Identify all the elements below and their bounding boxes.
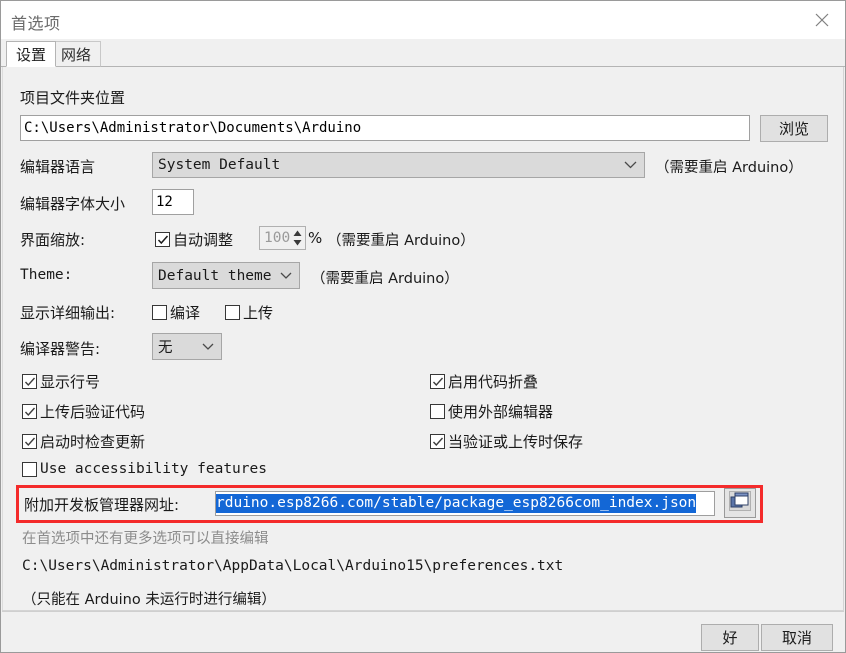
- checkbox-box: [430, 404, 445, 419]
- chevron-up-icon: [293, 230, 302, 236]
- editor-font-size-label: 编辑器字体大小: [20, 195, 126, 213]
- board-manager-urls-input[interactable]: rduino.esp8266.com/stable/package_esp826…: [215, 491, 715, 516]
- checkbox-box: [22, 404, 37, 419]
- use-external-editor-checkbox[interactable]: 使用外部编辑器: [430, 401, 553, 422]
- board-manager-urls-expand-button[interactable]: [724, 488, 756, 518]
- sketchbook-location-label: 项目文件夹位置: [20, 89, 126, 107]
- board-manager-urls-value: rduino.esp8266.com/stable/package_esp826…: [216, 494, 697, 513]
- editor-font-size-input[interactable]: 12: [152, 189, 194, 215]
- interface-scale-auto-checkbox[interactable]: 自动调整: [155, 229, 233, 250]
- editor-language-value: System Default: [158, 157, 281, 173]
- checkbox-label: 启动时检查更新: [40, 433, 146, 451]
- checkbox-box: [22, 461, 37, 477]
- windows-icon: [729, 490, 751, 516]
- verbose-upload-label: 上传: [243, 304, 274, 322]
- compiler-warnings-select[interactable]: 无: [152, 333, 222, 360]
- checkbox-label: 上传后验证代码: [40, 403, 146, 421]
- compiler-warnings-value: 无: [158, 340, 173, 356]
- check-icon: [24, 437, 35, 446]
- window-title: 首选项: [11, 14, 61, 33]
- checkbox-label: 使用外部编辑器: [448, 403, 554, 421]
- check-icon: [24, 377, 35, 386]
- check-icon: [24, 407, 35, 416]
- interface-scale-value: 100: [264, 230, 291, 246]
- editor-language-select[interactable]: System Default: [152, 152, 645, 178]
- chevron-down-icon: [293, 240, 302, 246]
- title-bar: 首选项: [1, 1, 845, 39]
- settings-panel: 项目文件夹位置 C:\Users\Administrator\Documents…: [2, 67, 844, 611]
- checkbox-box: [22, 434, 37, 449]
- preferences-dialog: 首选项 设置 网络 项目文件夹位置 C:\Users\Administrator…: [0, 0, 846, 653]
- theme-restart-note: （需要重启 Arduino）: [311, 271, 459, 287]
- spinner-arrows[interactable]: [292, 228, 303, 248]
- show-line-numbers-checkbox[interactable]: 显示行号: [22, 371, 100, 392]
- verify-code-after-upload-checkbox[interactable]: 上传后验证代码: [22, 401, 145, 422]
- interface-scale-restart-note: （需要重启 Arduino）: [327, 233, 475, 249]
- checkbox-label: 当验证或上传时保存: [448, 433, 584, 451]
- verbose-compile-label: 编译: [170, 304, 201, 322]
- tab-settings[interactable]: 设置: [6, 41, 57, 67]
- chevron-down-icon: [624, 157, 637, 173]
- checkbox-label: 显示行号: [40, 373, 101, 391]
- save-on-verify-or-upload-checkbox[interactable]: 当验证或上传时保存: [430, 431, 583, 452]
- use-accessibility-features-checkbox[interactable]: Use accessibility features: [22, 461, 267, 477]
- cancel-button[interactable]: 取消: [761, 624, 833, 651]
- check-icon: [432, 377, 443, 386]
- interface-scale-auto-label: 自动调整: [173, 231, 234, 249]
- checkbox-box: [152, 305, 167, 320]
- verbose-output-label: 显示详细输出:: [20, 304, 116, 322]
- sketchbook-path-input[interactable]: C:\Users\Administrator\Documents\Arduino: [20, 115, 750, 141]
- check-updates-on-startup-checkbox[interactable]: 启动时检查更新: [22, 431, 145, 452]
- interface-scale-percent-symbol: %: [308, 229, 323, 247]
- interface-scale-spinner[interactable]: 100: [259, 226, 306, 250]
- board-manager-urls-label: 附加开发板管理器网址:: [24, 496, 180, 514]
- enable-code-folding-checkbox[interactable]: 启用代码折叠: [430, 371, 538, 392]
- dialog-footer: 好 取消: [2, 611, 844, 652]
- chevron-down-icon: [202, 339, 214, 355]
- check-icon: [432, 437, 443, 446]
- checkbox-box: [430, 434, 445, 449]
- tab-network[interactable]: 网络: [51, 41, 102, 67]
- ok-button[interactable]: 好: [701, 624, 759, 651]
- verbose-upload-checkbox[interactable]: 上传: [225, 302, 273, 323]
- checkbox-label: 启用代码折叠: [448, 373, 539, 391]
- interface-scale-label: 界面缩放:: [20, 231, 86, 249]
- theme-value: Default theme: [158, 267, 272, 284]
- checkbox-label: Use accessibility features: [40, 461, 267, 477]
- theme-label: Theme:: [20, 267, 73, 283]
- close-icon: [814, 12, 830, 28]
- close-button[interactable]: [799, 1, 845, 38]
- editor-language-restart-note: （需要重启 Arduino）: [655, 160, 803, 176]
- compiler-warnings-label: 编译器警告:: [20, 340, 101, 358]
- theme-select[interactable]: Default theme: [152, 262, 300, 289]
- preferences-file-path: C:\Users\Administrator\AppData\Local\Ard…: [22, 558, 564, 574]
- checkbox-box: [430, 374, 445, 389]
- chevron-down-icon: [280, 268, 292, 284]
- check-icon: [157, 235, 168, 244]
- checkbox-box: [22, 374, 37, 389]
- verbose-compile-checkbox[interactable]: 编译: [152, 302, 200, 323]
- preferences-edit-note: （只能在 Arduino 未运行时进行编辑）: [22, 592, 276, 608]
- tab-strip: 设置 网络: [1, 39, 845, 67]
- editor-language-label: 编辑器语言: [20, 158, 96, 176]
- checkbox-box: [155, 232, 170, 247]
- checkbox-box: [225, 305, 240, 320]
- browse-button[interactable]: 浏览: [760, 115, 828, 142]
- more-preferences-hint: 在首选项中还有更多选项可以直接编辑: [22, 531, 269, 547]
